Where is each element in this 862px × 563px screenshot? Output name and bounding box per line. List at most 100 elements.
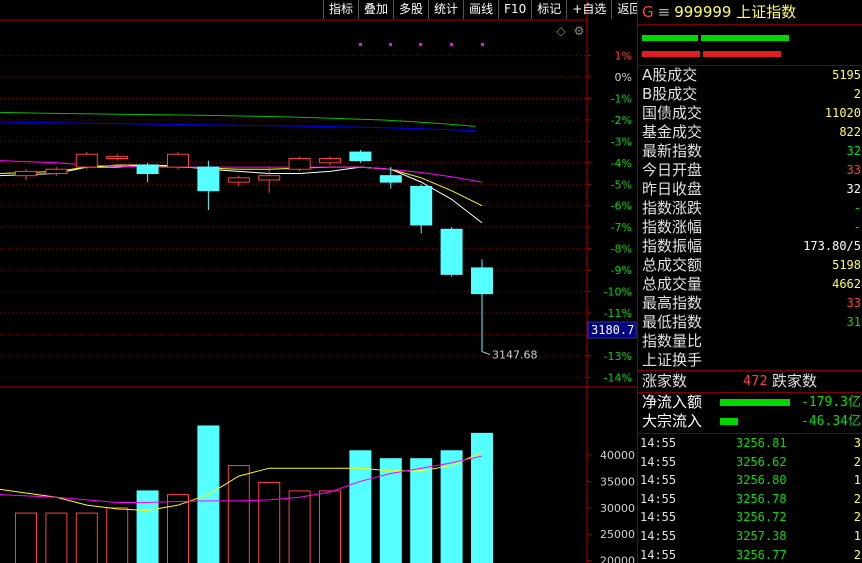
kline-chart[interactable]: 1% 0% -1% -2% -3% -4% -5% -6% -7% -8% -9% -10% -11% -…: [0, 0, 637, 563]
tick-time: 14:55: [640, 436, 677, 450]
stat-row: 昨日收盘 32: [638, 180, 862, 199]
vol-axis-label: 35000: [600, 475, 635, 488]
stat-row: 总成交额 5198: [638, 256, 862, 275]
stat-row: 指数振幅 173.80/5: [638, 237, 862, 256]
tick-row: 14:55 3256.78 2: [638, 490, 862, 509]
candle-body: [167, 153, 189, 168]
volume-bar: [106, 507, 129, 563]
pct-axis-label: -11%: [604, 307, 632, 320]
flow-row: 净流入额 -179.3亿: [638, 393, 862, 412]
tick-row: 14:55 3256.80 1: [638, 471, 862, 490]
tick-volume: 1: [853, 528, 861, 543]
current-price-text: 3180.7: [591, 323, 634, 337]
toolbar-button-6[interactable]: 标记: [531, 0, 566, 19]
tick-volume: 2: [853, 454, 861, 469]
stat-value: -: [853, 201, 861, 215]
volume-bar: [75, 512, 98, 563]
advance-label: 涨家数: [642, 372, 688, 390]
stat-value: 33: [846, 296, 861, 310]
stat-value: 32: [846, 182, 861, 196]
tick-price: 3256.62: [736, 454, 787, 469]
stat-label: 总成交额: [642, 256, 703, 274]
security-code: 999999: [674, 3, 732, 21]
tick-time: 14:55: [640, 547, 677, 562]
stat-row: 国债成交 11020: [638, 104, 862, 123]
vol-axis-label: 25000: [600, 528, 635, 541]
tick-price: 3256.78: [736, 491, 787, 506]
index-stats: A股成交 5195 B股成交 2 国债成交 11020 基金成交 822 最新指数 32 今日开盘 3…: [638, 65, 862, 370]
tick-price: 3256.80: [736, 473, 787, 488]
chart-background: [0, 0, 637, 563]
pct-axis-label: -1%: [611, 92, 632, 105]
volume-bar: [410, 458, 433, 563]
stat-label: 指数涨幅: [642, 218, 703, 236]
candle-body: [319, 158, 341, 164]
tick-time: 14:55: [640, 510, 677, 525]
tick-time: 14:55: [640, 473, 677, 488]
stat-label: 总成交量: [642, 275, 703, 293]
stat-value: 31: [846, 315, 861, 329]
toolbar-button-1[interactable]: 叠加: [358, 0, 393, 19]
signal-dot: [450, 43, 453, 46]
stat-label: 指数量比: [642, 332, 703, 350]
pct-axis-label: -14%: [604, 371, 632, 384]
tick-volume: 2: [853, 547, 861, 562]
candle-body: [106, 155, 129, 160]
tick-volume: 2: [853, 510, 861, 525]
pct-axis-label: -3%: [611, 135, 632, 148]
stat-value: 173.80/5: [803, 239, 861, 253]
group-icon[interactable]: G: [642, 3, 654, 21]
volume-bar: [288, 490, 311, 563]
flow-bar: [720, 418, 738, 425]
tick-volume: 3: [853, 436, 861, 450]
candle-body: [136, 164, 159, 175]
flow-bar: [720, 399, 790, 406]
stat-row: 指数涨幅 -: [638, 218, 862, 237]
diamond-icon: ◇: [556, 24, 566, 38]
volume-bar: [136, 490, 159, 563]
toolbar-button-0[interactable]: 指标: [323, 0, 358, 19]
stat-label: 最新指数: [642, 142, 703, 160]
signal-dot: [389, 43, 392, 46]
stat-value: 32: [846, 144, 861, 158]
flow-row: 大宗流入 -46.34亿: [638, 412, 862, 431]
stat-row: 指数量比: [638, 332, 862, 351]
strength-bar-red-1: [642, 51, 700, 57]
advance-decline: 涨家数 472 跌家数: [638, 370, 862, 393]
tick-row: 14:55 3256.81 3: [638, 434, 862, 453]
pct-axis-label: -6%: [611, 200, 632, 213]
strength-bar-green-1: [642, 35, 698, 41]
signal-dot: [419, 43, 422, 46]
stat-label: 指数涨跌: [642, 199, 703, 217]
toolbar-button-7[interactable]: +自选: [566, 0, 611, 19]
stat-label: 最高指数: [642, 294, 703, 312]
tick-row: 14:55 3257.38 1: [638, 527, 862, 546]
pct-axis-label: -7%: [611, 221, 632, 234]
stat-label: 今日开盘: [642, 161, 703, 179]
toolbar-button-4[interactable]: 画线: [463, 0, 498, 19]
settings-icon: ⚙: [574, 24, 585, 38]
tick-row: 14:55 3256.72 2: [638, 508, 862, 527]
candle-body: [258, 175, 281, 181]
toolbar-button-3[interactable]: 统计: [428, 0, 463, 19]
stat-label: 指数振幅: [642, 237, 703, 255]
tick-list[interactable]: 14:55 3256.81 3 14:55 3256.62 2 14:55 3256.80 1 1…: [638, 433, 862, 563]
stat-row: A股成交 5195: [638, 66, 862, 85]
stat-value: 5195: [832, 68, 861, 82]
tick-time: 14:55: [640, 454, 677, 469]
toolbar-button-2[interactable]: 多股: [393, 0, 428, 19]
stat-row: 指数涨跌 -: [638, 199, 862, 218]
volume-bar: [319, 490, 341, 563]
advance-count: 472: [743, 374, 768, 389]
menu-icon[interactable]: ≡: [658, 3, 671, 21]
stat-row: 基金成交 822: [638, 123, 862, 142]
pct-axis-label: -8%: [611, 243, 632, 256]
tick-row: 14:55 3256.77 2: [638, 546, 862, 563]
candle-body: [349, 151, 372, 162]
toolbar-button-5[interactable]: F10: [498, 0, 531, 19]
flow-label: 净流入额: [642, 393, 703, 411]
stat-row: B股成交 2: [638, 85, 862, 104]
candle-body: [227, 177, 250, 183]
candle-body: [288, 158, 311, 170]
candle-body: [15, 170, 37, 177]
